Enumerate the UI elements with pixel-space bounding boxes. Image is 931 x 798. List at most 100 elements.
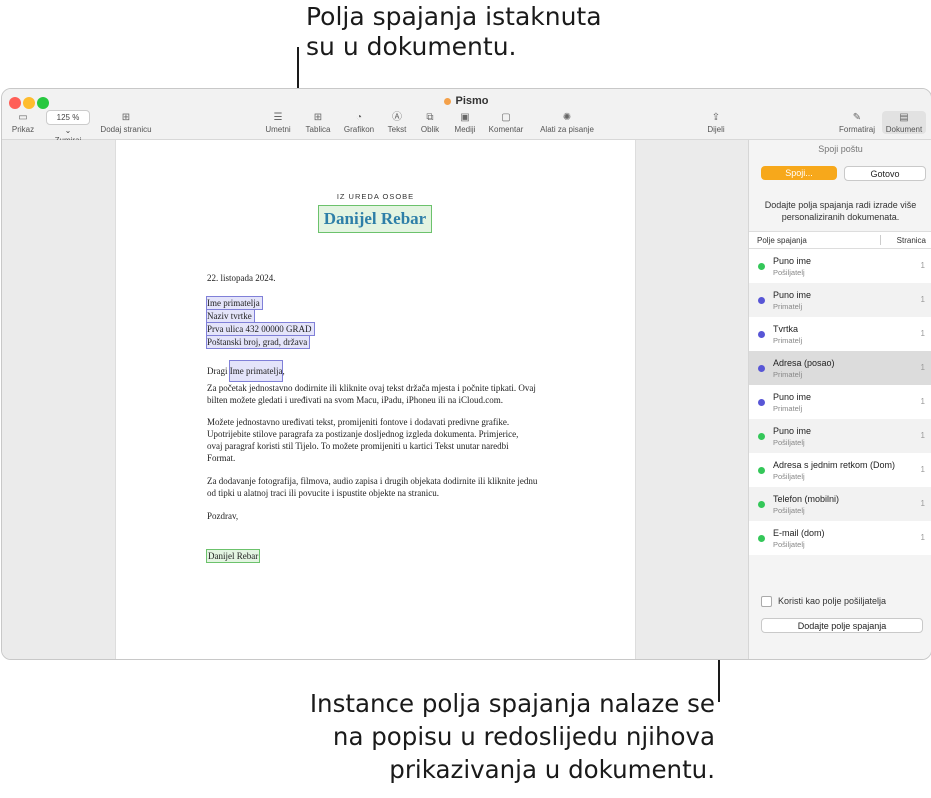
company-name-field[interactable]: Naziv tvrtke bbox=[206, 309, 255, 323]
merge-field-row[interactable]: Puno ime Pošiljatelj 1 bbox=[749, 249, 931, 283]
media-button[interactable]: ▣ Mediji bbox=[451, 111, 479, 134]
merge-field-row[interactable]: Puno ime Primatelj 1 bbox=[749, 385, 931, 419]
text-button[interactable]: Ⓐ Tekst bbox=[384, 111, 410, 134]
field-color-dot bbox=[758, 501, 765, 508]
chart-button[interactable]: ◔ Grafikon bbox=[341, 111, 377, 134]
column-header-page[interactable]: Stranica bbox=[897, 236, 926, 245]
field-page: 1 bbox=[920, 499, 925, 508]
insert-button[interactable]: ☰ Umetni bbox=[263, 111, 293, 134]
mail-merge-sidebar: Spoji poštu Spoji... Gotovo Dodajte polj… bbox=[748, 140, 931, 659]
writing-tools-icon: ✺ bbox=[562, 112, 572, 123]
field-source: Pošiljatelj bbox=[773, 506, 805, 515]
document-button[interactable]: ▤ Dokument bbox=[882, 111, 926, 134]
greeting-line[interactable]: Dragi Ime primatelja, bbox=[207, 360, 285, 382]
field-color-dot bbox=[758, 365, 765, 372]
callout-bottom-line-3: prikazivanja u dokumentu. bbox=[389, 755, 715, 784]
field-name: E-mail (dom) bbox=[773, 528, 825, 538]
done-button[interactable]: Gotovo bbox=[844, 166, 926, 181]
comment-icon: ▢ bbox=[501, 112, 511, 123]
field-page: 1 bbox=[920, 261, 925, 270]
field-name: Puno ime bbox=[773, 392, 812, 402]
plus-page-icon: ⊞ bbox=[121, 112, 131, 123]
merge-button[interactable]: Spoji... bbox=[761, 166, 837, 180]
field-name: Puno ime bbox=[773, 290, 812, 300]
body-paragraph-3[interactable]: Za dodavanje fotografija, filmova, audio… bbox=[207, 475, 537, 499]
use-as-sender-checkbox[interactable]: Koristi kao polje pošiljatelja bbox=[761, 596, 886, 608]
field-source: Primatelj bbox=[773, 336, 803, 345]
shape-icon: ⧉ bbox=[426, 112, 434, 123]
merge-field-row[interactable]: E-mail (dom) Pošiljatelj 1 bbox=[749, 521, 931, 555]
share-button[interactable]: ⇪ Dijeli bbox=[702, 111, 730, 134]
body-paragraph-2[interactable]: Možete jednostavno uređivati tekst, prom… bbox=[207, 416, 518, 464]
field-color-dot bbox=[758, 399, 765, 406]
sidebar-icon: ▭ bbox=[18, 112, 28, 123]
address-field-line-1[interactable]: Prva ulica 432 00000 GRAD bbox=[206, 322, 315, 336]
zoom-value[interactable]: 125 % ⌄ bbox=[46, 110, 90, 135]
share-icon: ⇪ bbox=[711, 112, 721, 123]
insert-icon: ☰ bbox=[273, 112, 283, 123]
field-color-dot bbox=[758, 433, 765, 440]
greeting-recipient-field[interactable]: Ime primatelja bbox=[228, 360, 284, 382]
field-page: 1 bbox=[920, 397, 925, 406]
address-field-line-2[interactable]: Poštanski broj, grad, država bbox=[205, 335, 311, 349]
merge-field-row[interactable]: Puno ime Pošiljatelj 1 bbox=[749, 419, 931, 453]
field-color-dot bbox=[758, 263, 765, 270]
merge-field-row[interactable]: Tvrtka Primatelj 1 bbox=[749, 317, 931, 351]
field-page: 1 bbox=[920, 329, 925, 338]
format-button[interactable]: ✎ Formatiraj bbox=[837, 111, 877, 134]
field-color-dot bbox=[758, 535, 765, 542]
field-name: Telefon (mobilni) bbox=[773, 494, 840, 504]
signature-field[interactable]: Danijel Rebar bbox=[205, 549, 261, 563]
field-color-dot bbox=[758, 331, 765, 338]
app-window: Pismo ▭Prikaz 125 % ⌄Zumiraj ⊞Dodaj stra… bbox=[1, 88, 931, 660]
field-name: Puno ime bbox=[773, 256, 812, 266]
comment-button[interactable]: ▢ Komentar bbox=[486, 111, 526, 134]
view-button[interactable]: ▭ Prikaz bbox=[8, 111, 38, 134]
list-header: Polje spajanja Stranica bbox=[749, 232, 931, 249]
field-color-dot bbox=[758, 297, 765, 304]
sidebar-title: Spoji poštu bbox=[818, 144, 863, 154]
recipient-name-field[interactable]: Ime primatelja bbox=[206, 296, 263, 310]
letterhead-label: IZ UREDA OSOBE bbox=[336, 192, 415, 201]
column-header-field[interactable]: Polje spajanja bbox=[757, 236, 807, 245]
field-name: Adresa s jednim retkom (Dom) bbox=[773, 460, 896, 470]
field-source: Primatelj bbox=[773, 404, 803, 413]
field-page: 1 bbox=[920, 465, 925, 474]
writing-tools-button[interactable]: ✺ Alati za pisanje bbox=[536, 111, 598, 134]
document-icon: ▤ bbox=[899, 112, 909, 123]
document-page[interactable]: IZ UREDA OSOBE Danijel Rebar 22. listopa… bbox=[115, 140, 636, 659]
sidebar-description: Dodajte polja spajanja radi izrade više p… bbox=[764, 200, 917, 222]
field-page: 1 bbox=[920, 431, 925, 440]
callout-bottom-line-2: na popisu u redoslijedu njihova bbox=[332, 722, 715, 751]
letter-date[interactable]: 22. listopada 2024. bbox=[207, 272, 276, 284]
table-button[interactable]: ⊞ Tablica bbox=[302, 111, 334, 134]
checkbox-icon[interactable] bbox=[761, 596, 772, 608]
field-source: Pošiljatelj bbox=[773, 268, 805, 277]
paintbrush-icon: ✎ bbox=[852, 112, 862, 123]
callout-top: Polja spajanja istaknuta su u dokumentu. bbox=[306, 2, 602, 62]
closing-line[interactable]: Pozdrav, bbox=[207, 510, 238, 522]
callout-bottom: Instance polja spajanja nalaze se na pop… bbox=[310, 687, 715, 786]
shape-button[interactable]: ⧉ Oblik bbox=[417, 111, 443, 134]
field-name: Tvrtka bbox=[773, 324, 799, 334]
merge-field-row[interactable]: Puno ime Primatelj 1 bbox=[749, 283, 931, 317]
window-title-text: Pismo bbox=[455, 95, 489, 107]
field-name: Puno ime bbox=[773, 426, 812, 436]
window-title: Pismo bbox=[2, 95, 931, 107]
merge-field-list: Polje spajanja Stranica Puno ime Pošiljat… bbox=[749, 231, 931, 555]
body-paragraph-1[interactable]: Za početak jednostavno dodirnite ili kli… bbox=[207, 382, 536, 406]
add-page-button[interactable]: ⊞ Dodaj stranicu bbox=[96, 111, 156, 134]
table-icon: ⊞ bbox=[313, 112, 323, 123]
merge-field-row[interactable]: Telefon (mobilni) Pošiljatelj 1 bbox=[749, 487, 931, 521]
sender-name-field[interactable]: Danijel Rebar bbox=[318, 205, 432, 233]
text-box-icon: Ⓐ bbox=[392, 112, 402, 123]
callout-top-line-2: su u dokumentu. bbox=[306, 32, 517, 61]
field-page: 1 bbox=[920, 533, 925, 542]
callout-bottom-line-1: Instance polja spajanja nalaze se bbox=[309, 689, 715, 718]
image-icon: ▣ bbox=[460, 112, 470, 123]
merge-field-row[interactable]: Adresa s jednim retkom (Dom) Pošiljatelj 1 bbox=[749, 453, 931, 487]
add-merge-field-button[interactable]: Dodajte polje spajanja bbox=[761, 618, 923, 633]
field-name: Adresa (posao) bbox=[773, 358, 835, 368]
merge-field-row[interactable]: Adresa (posao) Primatelj 1 bbox=[749, 351, 931, 385]
document-canvas[interactable]: IZ UREDA OSOBE Danijel Rebar 22. listopa… bbox=[2, 140, 748, 659]
